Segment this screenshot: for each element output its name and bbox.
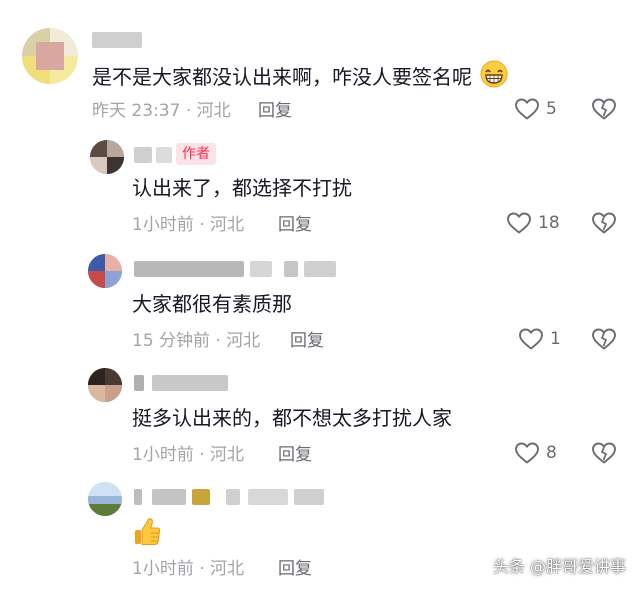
like-button[interactable]: 18: [506, 211, 560, 235]
dislike-button[interactable]: [591, 327, 617, 355]
meta-separator: ·: [199, 215, 205, 235]
like-button[interactable]: 8: [514, 441, 557, 465]
watermark: 头条 @胖哥爱讲事: [492, 557, 626, 576]
comment-text: 大家都很有素质那: [132, 292, 292, 316]
meta-separator: ·: [185, 101, 192, 121]
comment-location: 河北: [210, 559, 245, 579]
meta-separator: ·: [215, 331, 221, 351]
comment-meta: 1小时前 · 河北: [132, 558, 244, 580]
heart-icon: [515, 98, 539, 120]
comment-text: [132, 516, 162, 555]
comment-item: 挺多认出来的，都不想太多打扰人家 1小时前 · 河北 回复 8: [0, 368, 640, 478]
comment-location: 河北: [210, 445, 245, 465]
like-count: 5: [546, 99, 557, 119]
author-badge: 作者: [176, 143, 216, 165]
comment-location: 河北: [196, 101, 231, 121]
comment-item: 大家都很有素质那 15 分钟前 · 河北 回复 1: [0, 254, 640, 364]
comment-meta: 1小时前 · 河北: [132, 214, 244, 236]
reply-button[interactable]: 回复: [278, 558, 312, 580]
avatar[interactable]: [88, 368, 122, 402]
heart-icon: [515, 442, 539, 464]
dislike-button[interactable]: [591, 441, 617, 469]
comment-item: 作者 认出来了，都选择不打扰 1小时前 · 河北 回复 18: [0, 140, 640, 250]
comment-time: 昨天 23:37: [92, 101, 181, 121]
comment-meta: 1小时前 · 河北: [132, 444, 244, 466]
broken-heart-icon: [592, 328, 616, 350]
avatar[interactable]: [90, 140, 124, 174]
heart-icon: [507, 212, 531, 234]
comment-text: 挺多认出来的，都不想太多打扰人家: [132, 406, 452, 430]
avatar[interactable]: [88, 254, 122, 288]
username-blurred[interactable]: [134, 147, 174, 163]
username-blurred[interactable]: [134, 375, 234, 391]
dislike-button[interactable]: [591, 97, 617, 125]
comment-text: 是不是大家都没认出来啊，咋没人要签名呢: [92, 60, 508, 95]
comment-location: 河北: [210, 215, 245, 235]
reply-button[interactable]: 回复: [278, 214, 312, 236]
comment-time: 1小时前: [132, 559, 194, 579]
like-count: 1: [550, 329, 561, 349]
comment-meta: 15 分钟前 · 河北: [132, 330, 260, 352]
like-button[interactable]: 1: [518, 327, 561, 351]
broken-heart-icon: [592, 212, 616, 234]
meta-separator: ·: [199, 445, 205, 465]
comment-location: 河北: [226, 331, 261, 351]
comment-item: 是不是大家都没认出来啊，咋没人要签名呢 昨天 23:37 · 河北 回复 5: [0, 22, 640, 132]
username-blurred[interactable]: [92, 32, 142, 48]
meta-separator: ·: [199, 559, 205, 579]
avatar[interactable]: [88, 482, 122, 516]
thumbs-up-emoji-icon: [132, 516, 162, 555]
grinning-emoji-icon: [480, 60, 508, 95]
username-blurred[interactable]: [134, 489, 344, 505]
reply-button[interactable]: 回复: [290, 330, 324, 352]
username-blurred[interactable]: [134, 261, 344, 277]
comment-meta: 昨天 23:37 · 河北: [92, 100, 231, 122]
like-count: 8: [546, 443, 557, 463]
comment-time: 15 分钟前: [132, 331, 211, 351]
comment-time: 1小时前: [132, 215, 194, 235]
broken-heart-icon: [592, 442, 616, 464]
like-button[interactable]: 5: [514, 97, 557, 121]
reply-button[interactable]: 回复: [278, 444, 312, 466]
comment-time: 1小时前: [132, 445, 194, 465]
broken-heart-icon: [592, 98, 616, 120]
like-count: 18: [538, 213, 560, 233]
avatar[interactable]: [22, 28, 78, 84]
comment-text: 认出来了，都选择不打扰: [132, 176, 352, 200]
reply-button[interactable]: 回复: [258, 100, 292, 122]
dislike-button[interactable]: [591, 211, 617, 239]
heart-icon: [519, 328, 543, 350]
